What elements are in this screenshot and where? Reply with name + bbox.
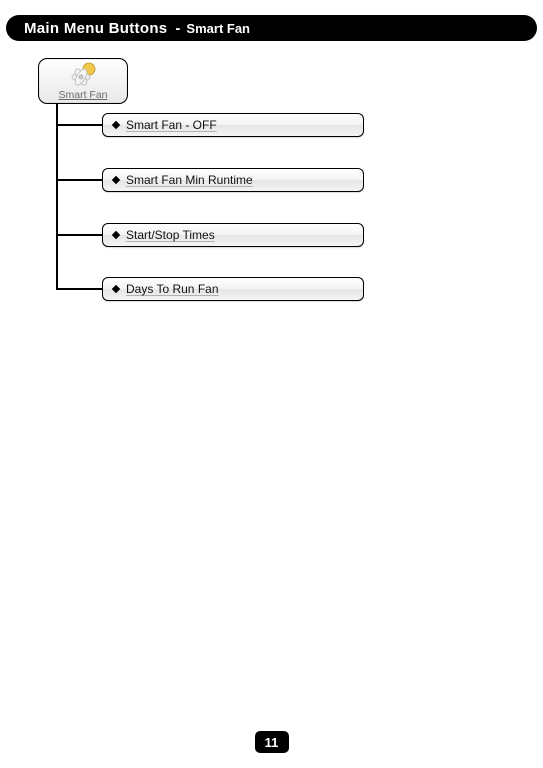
fan-icon: [70, 62, 96, 88]
tree-branch: [56, 124, 102, 126]
tree-branch: [56, 234, 102, 236]
tree-branch: [56, 288, 102, 290]
root-node-label: Smart Fan: [39, 89, 127, 101]
menu-item-label: Days To Run Fan: [126, 282, 219, 296]
header-separator: -: [175, 20, 180, 37]
menu-item-min-runtime[interactable]: Smart Fan Min Runtime: [102, 168, 364, 192]
menu-item-days-to-run[interactable]: Days To Run Fan: [102, 277, 364, 301]
menu-tree: Smart Fan Smart Fan - OFF Smart Fan Min …: [38, 58, 128, 104]
bullet-icon: [112, 121, 120, 129]
menu-item-smart-fan-off[interactable]: Smart Fan - OFF: [102, 113, 364, 137]
page-number-badge: 11: [255, 731, 289, 753]
bullet-icon: [112, 176, 120, 184]
menu-item-label: Smart Fan Min Runtime: [126, 173, 253, 187]
menu-item-label: Start/Stop Times: [126, 228, 215, 242]
tree-branch: [56, 179, 102, 181]
section-header-bar: Main Menu Buttons - Smart Fan: [6, 15, 537, 41]
root-node-smart-fan[interactable]: Smart Fan: [38, 58, 128, 104]
header-sub-title: Smart Fan: [186, 21, 250, 36]
bullet-icon: [112, 231, 120, 239]
menu-item-start-stop-times[interactable]: Start/Stop Times: [102, 223, 364, 247]
tree-trunk: [56, 104, 58, 288]
page-number: 11: [265, 735, 279, 750]
page: Main Menu Buttons - Smart Fan Smart Fan: [0, 0, 543, 768]
menu-item-label: Smart Fan - OFF: [126, 118, 217, 132]
header-main-title: Main Menu Buttons: [24, 20, 167, 37]
bullet-icon: [112, 285, 120, 293]
